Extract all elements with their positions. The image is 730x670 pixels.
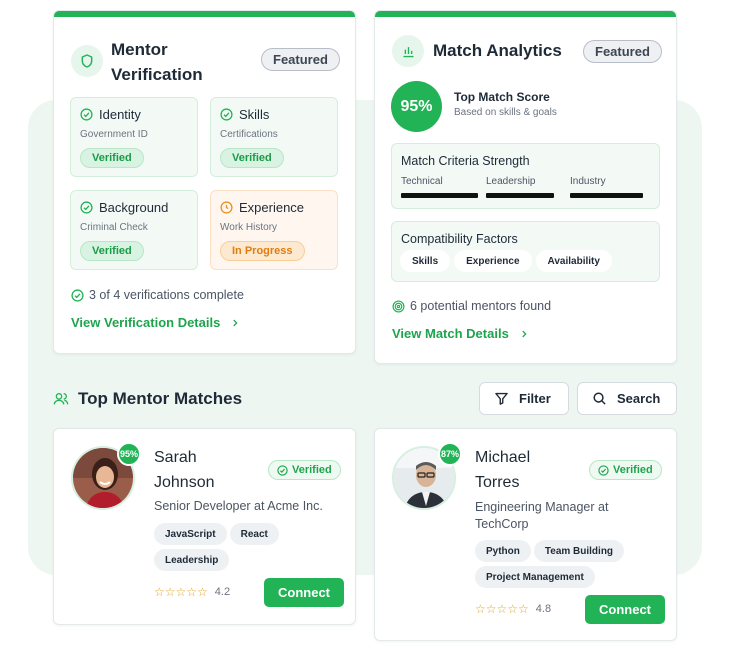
- verification-summary: 3 of 4 verifications complete: [71, 288, 244, 302]
- status-badge: Verified: [80, 241, 144, 261]
- mentor-role: Engineering Manager at TechCorp: [475, 500, 609, 531]
- match-score-circle: 95%: [391, 81, 442, 132]
- skill-tag: Team Building: [533, 540, 625, 562]
- shield-icon: [71, 45, 103, 77]
- chevron-right-icon: [233, 319, 238, 326]
- card-title: Match Analytics: [433, 41, 562, 60]
- users-icon: [53, 393, 69, 405]
- rating: ☆☆☆☆☆ 4.8: [475, 602, 552, 616]
- status-badge: Verified: [80, 148, 144, 168]
- check-circle-icon: [277, 464, 288, 476]
- mentor-role: Senior Developer at Acme Inc.: [154, 499, 323, 513]
- match-analytics-card: Match Analytics Featured 95% Top Match S…: [374, 10, 677, 364]
- verification-identity[interactable]: Identity Government ID Verified: [70, 97, 198, 177]
- connect-button[interactable]: Connect: [264, 578, 344, 607]
- check-circle-icon: [80, 108, 93, 121]
- filter-button[interactable]: Filter: [479, 382, 569, 415]
- criteria-label: Leadership: [486, 176, 536, 187]
- criteria-label: Technical: [401, 176, 443, 187]
- clock-icon: [220, 201, 233, 214]
- skill-tag: React: [229, 523, 279, 545]
- match-percentage-badge: 95%: [117, 442, 141, 466]
- verification-skills[interactable]: Skills Certifications Verified: [210, 97, 338, 177]
- target-icon: [392, 299, 405, 313]
- criteria-bar-technical: [401, 193, 478, 198]
- criteria-panel: Match Criteria Strength Technical Leader…: [391, 143, 660, 209]
- criteria-bar-industry: [570, 193, 643, 198]
- chevron-right-icon: [522, 330, 527, 337]
- section-header: Top Mentor Matches: [53, 389, 242, 409]
- skill-tag: Leadership: [154, 549, 230, 571]
- status-badge: Verified: [220, 148, 284, 168]
- verification-background[interactable]: Background Criminal Check Verified: [70, 190, 198, 270]
- factors-panel: Compatibility Factors Skills Experience …: [391, 221, 660, 282]
- rating: ☆☆☆☆☆ 4.2: [154, 585, 231, 599]
- factor-tag: Skills: [400, 250, 451, 272]
- check-circle-icon: [598, 464, 609, 476]
- factor-tags: Skills Experience Availability: [400, 250, 616, 272]
- mentor-card[interactable]: 95% Sarah Johnson Verified Senior Develo…: [53, 428, 356, 625]
- criteria-label: Industry: [570, 176, 606, 187]
- star-rating-icon: ☆☆☆☆☆: [154, 585, 208, 599]
- verified-badge: Verified: [589, 460, 662, 480]
- skill-tag: Python: [475, 540, 531, 562]
- check-circle-icon: [220, 108, 233, 121]
- check-circle-icon: [80, 201, 93, 214]
- card-accent-bar: [375, 11, 676, 17]
- factor-tag: Availability: [535, 250, 612, 272]
- skill-tag: JavaScript: [154, 523, 227, 545]
- view-match-details-link[interactable]: View Match Details: [392, 326, 529, 341]
- verification-experience[interactable]: Experience Work History In Progress: [210, 190, 338, 270]
- card-accent-bar: [54, 11, 355, 17]
- chart-icon: [392, 35, 424, 67]
- factor-tag: Experience: [454, 250, 532, 272]
- factors-title: Compatibility Factors: [401, 232, 518, 246]
- skill-tags: Python Team Building Project Management: [475, 540, 670, 592]
- featured-badge: Featured: [261, 48, 340, 71]
- featured-badge: Featured: [583, 40, 662, 63]
- mentor-name: Michael Torres: [475, 449, 531, 491]
- status-badge: In Progress: [220, 241, 305, 261]
- score-title: Top Match Score: [454, 90, 550, 104]
- search-button[interactable]: Search: [577, 382, 677, 415]
- mentor-name: Sarah Johnson: [154, 449, 215, 491]
- filter-icon: [495, 392, 508, 405]
- check-circle-icon: [71, 288, 84, 302]
- connect-button[interactable]: Connect: [585, 595, 665, 624]
- criteria-title: Match Criteria Strength: [401, 154, 530, 168]
- mentors-found: 6 potential mentors found: [392, 299, 551, 313]
- match-percentage-badge: 87%: [438, 442, 462, 466]
- search-icon: [593, 392, 606, 405]
- card-title: Mentor Verification: [111, 40, 203, 84]
- criteria-bar-leadership: [486, 193, 554, 198]
- section-title: Top Mentor Matches: [78, 389, 243, 408]
- verified-badge: Verified: [268, 460, 341, 480]
- mentor-card[interactable]: 87% Michael Torres Verified Engineering …: [374, 428, 677, 641]
- skill-tags: JavaScript React Leadership: [154, 523, 344, 575]
- score-subtitle: Based on skills & goals: [454, 107, 557, 118]
- skill-tag: Project Management: [475, 566, 595, 588]
- star-rating-icon: ☆☆☆☆☆: [475, 602, 529, 616]
- view-verification-details-link[interactable]: View Verification Details: [71, 315, 240, 330]
- mentor-verification-card: Mentor Verification Featured Identity Go…: [53, 10, 356, 354]
